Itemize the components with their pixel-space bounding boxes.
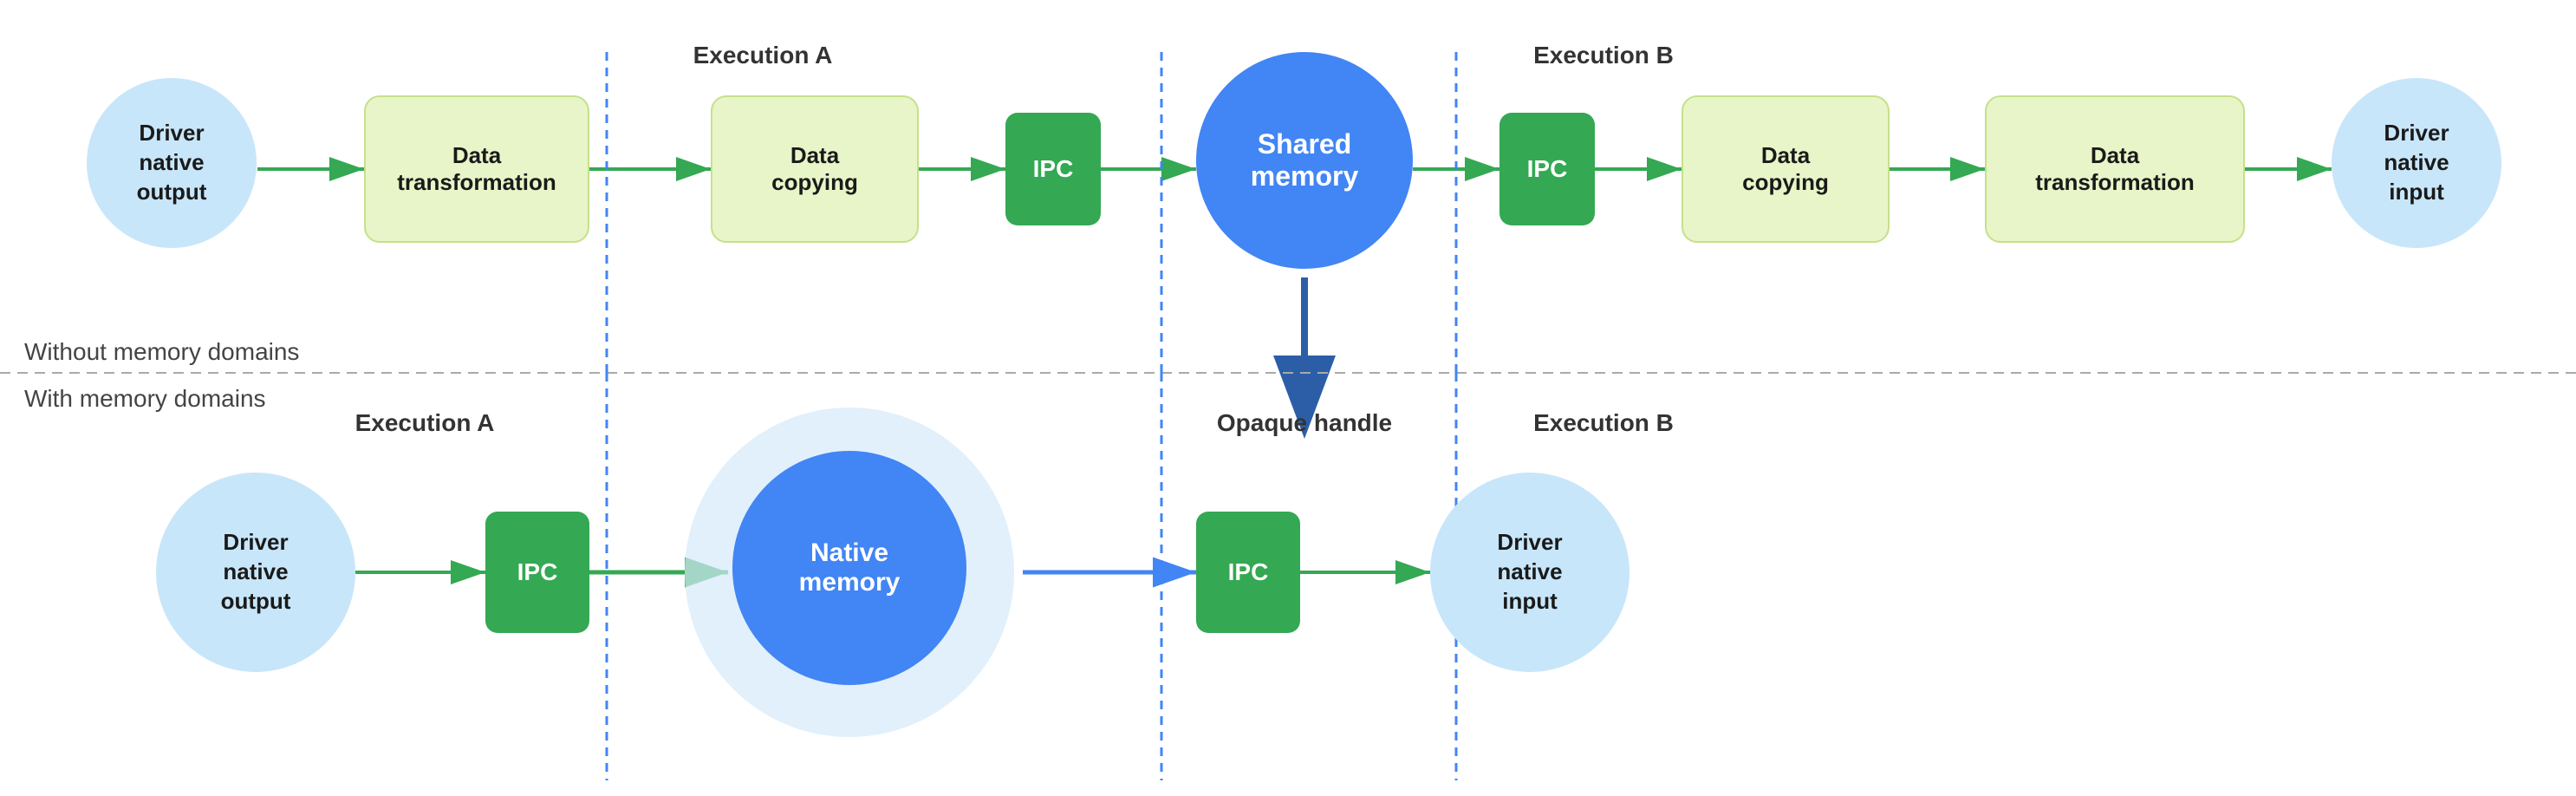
- bot-ipc-b: IPC: [1196, 512, 1300, 633]
- top-data-transformation-a: Data transformation: [364, 95, 589, 243]
- top-data-copying-b: Data copying: [1682, 95, 1890, 243]
- top-data-transformation-b: Data transformation: [1985, 95, 2245, 243]
- top-ipc-b: IPC: [1499, 113, 1595, 225]
- exec-a-label-bottom: Execution A: [295, 409, 555, 437]
- top-driver-native-output: Driver native output: [87, 78, 257, 248]
- exec-a-label-top: Execution A: [633, 42, 893, 69]
- bot-ipc-a: IPC: [485, 512, 589, 633]
- exec-b-label-top: Execution B: [1473, 42, 1734, 69]
- top-shared-memory: Shared memory: [1196, 52, 1413, 269]
- bot-driver-native-input: Driver native input: [1430, 473, 1630, 672]
- top-driver-native-input: Driver native input: [2332, 78, 2501, 248]
- top-ipc-a: IPC: [1005, 113, 1101, 225]
- top-data-copying-a: Data copying: [711, 95, 919, 243]
- section-label-bottom: With memory domains: [24, 385, 266, 413]
- section-label-top: Without memory domains: [24, 338, 299, 366]
- opaque-handle-label: Opaque handle: [1196, 409, 1413, 437]
- exec-b-label-bottom: Execution B: [1473, 409, 1734, 437]
- bot-native-memory: Native memory: [732, 451, 966, 685]
- diagram-container: Without memory domains With memory domai…: [0, 0, 2576, 796]
- bot-driver-native-output: Driver native output: [156, 473, 355, 672]
